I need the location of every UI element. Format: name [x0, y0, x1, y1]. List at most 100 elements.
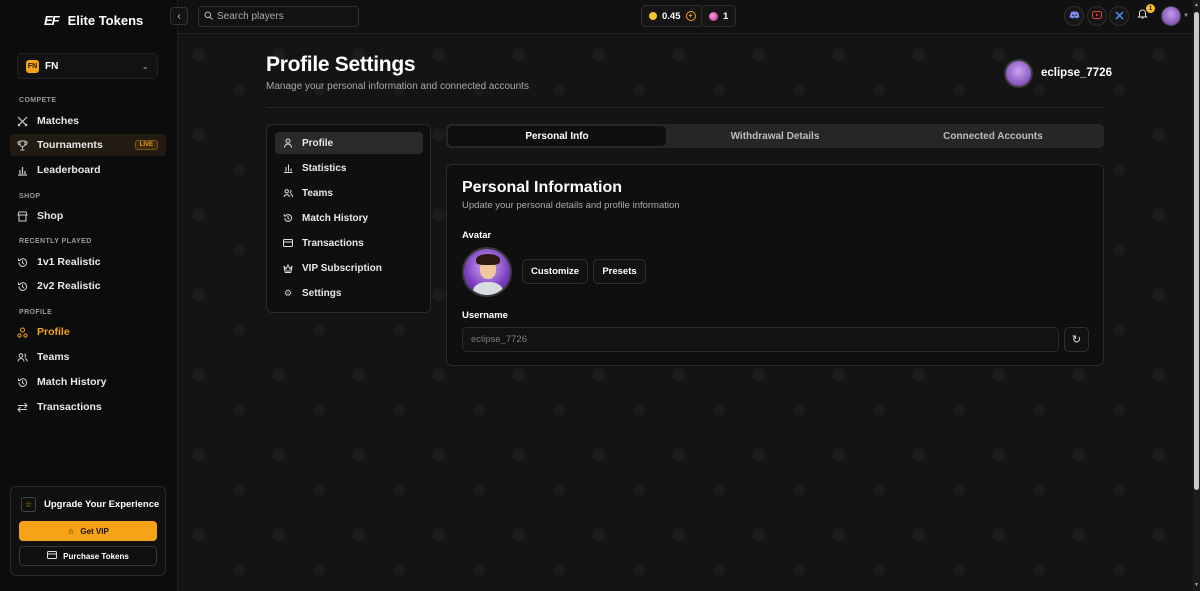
- menu-item-label: Match History: [302, 212, 369, 224]
- gear-icon: ⚙: [283, 287, 293, 298]
- live-badge: LIVE: [134, 140, 158, 150]
- chevron-left-icon: ‹: [177, 10, 181, 22]
- balance-value: 0.45: [662, 10, 681, 22]
- sidebar-item-label: Transactions: [37, 401, 102, 413]
- menu-item-label: Settings: [302, 287, 342, 299]
- gems-pill[interactable]: 1: [701, 5, 737, 27]
- sidebar-item-matches[interactable]: Matches: [10, 110, 166, 132]
- scroll-down-icon[interactable]: ▼: [1194, 582, 1199, 588]
- sidebar-item-match-history[interactable]: Match History: [10, 371, 166, 393]
- user-menu-avatar[interactable]: [1161, 6, 1181, 26]
- settings-tabs: Personal Info Withdrawal Details Connect…: [446, 124, 1104, 148]
- menu-item-label: VIP Subscription: [302, 262, 382, 274]
- settings-menu-profile[interactable]: Profile: [275, 132, 423, 154]
- sidebar-item-teams[interactable]: Teams: [10, 346, 166, 368]
- bar-chart-icon: [283, 163, 293, 173]
- caret-down-icon: ▼: [1183, 13, 1189, 19]
- purchase-tokens-button[interactable]: Purchase Tokens: [19, 546, 157, 566]
- settings-menu-statistics[interactable]: Statistics: [275, 157, 423, 179]
- sidebar-item-2v2-realistic[interactable]: 2v2 Realistic: [10, 275, 166, 297]
- sidebar-item-label: 2v2 Realistic: [37, 280, 101, 292]
- crown-icon: [283, 263, 293, 273]
- coin-icon: [649, 12, 657, 20]
- menu-item-label: Transactions: [302, 237, 364, 249]
- tab-withdrawal-details[interactable]: Withdrawal Details: [666, 126, 884, 146]
- sidebar-item-leaderboard[interactable]: Leaderboard: [10, 159, 166, 181]
- sidebar-item-label: Profile: [37, 326, 70, 338]
- card-icon: [47, 551, 58, 561]
- presets-button[interactable]: Presets: [593, 259, 646, 284]
- brand-logo: EF: [44, 13, 60, 28]
- settings-menu-match-history[interactable]: Match History: [275, 207, 423, 229]
- section-title-compete: COMPETE: [19, 97, 57, 104]
- page-subtitle: Manage your personal information and con…: [266, 81, 529, 92]
- sidebar: EF Elite Tokens FN FN ⌄ COMPETE Matches …: [0, 0, 178, 591]
- discord-button[interactable]: [1064, 6, 1084, 26]
- sidebar-item-shop[interactable]: Shop: [10, 205, 166, 227]
- profile-icon: [17, 327, 28, 338]
- scroll-up-icon[interactable]: ▲: [1194, 2, 1199, 8]
- avatar-preview: [462, 247, 512, 297]
- swords-icon: [17, 116, 28, 127]
- game-badge: FN: [26, 59, 39, 73]
- sidebar-item-label: Match History: [37, 376, 107, 388]
- get-vip-button[interactable]: ☆ Get VIP: [19, 521, 157, 541]
- menu-item-label: Statistics: [302, 162, 347, 174]
- search-icon: [204, 11, 213, 22]
- settings-menu-vip-subscription[interactable]: VIP Subscription: [275, 257, 423, 279]
- collapse-sidebar-button[interactable]: ‹: [170, 7, 188, 25]
- menu-item-label: Profile: [302, 137, 334, 149]
- settings-menu-settings[interactable]: ⚙ Settings: [275, 282, 423, 304]
- sidebar-item-profile[interactable]: Profile: [10, 321, 166, 343]
- brand[interactable]: EF Elite Tokens: [44, 13, 143, 28]
- shop-icon: [17, 211, 28, 222]
- card-subtitle: Update your personal details and profile…: [462, 200, 680, 211]
- avatar-label: Avatar: [462, 230, 492, 241]
- sidebar-item-1v1-realistic[interactable]: 1v1 Realistic: [10, 251, 166, 273]
- balance-pill[interactable]: 0.45 +: [641, 5, 704, 27]
- card-title: Personal Information: [462, 179, 623, 196]
- upgrade-title: Upgrade Your Experience: [44, 499, 160, 510]
- youtube-button[interactable]: [1087, 6, 1107, 26]
- sidebar-item-label: 1v1 Realistic: [37, 256, 101, 268]
- gem-icon: [709, 11, 718, 21]
- x-twitter-button[interactable]: [1109, 6, 1129, 26]
- divider: [266, 107, 1104, 108]
- scrollbar[interactable]: ▲ ▼: [1193, 0, 1200, 591]
- section-title-profile: PROFILE: [19, 309, 53, 316]
- settings-menu-teams[interactable]: Teams: [275, 182, 423, 204]
- users-icon: [17, 352, 28, 363]
- refresh-icon: ↻: [1071, 334, 1082, 346]
- user-icon: [283, 138, 293, 148]
- star-icon: ☆: [21, 497, 36, 512]
- sidebar-item-label: Shop: [37, 210, 64, 222]
- purchase-tokens-label: Purchase Tokens: [63, 551, 129, 561]
- notification-badge: 1: [1146, 4, 1155, 13]
- get-vip-label: Get VIP: [80, 526, 109, 536]
- users-icon: [283, 188, 293, 198]
- sidebar-item-label: Teams: [37, 351, 70, 363]
- sidebar-item-label: Leaderboard: [37, 164, 101, 176]
- sidebar-item-label: Tournaments: [37, 139, 103, 151]
- x-icon: [1114, 10, 1124, 22]
- sidebar-item-transactions[interactable]: Transactions: [10, 396, 166, 418]
- customize-button[interactable]: Customize: [522, 259, 588, 284]
- regenerate-username-button[interactable]: ↻: [1064, 327, 1089, 352]
- discord-icon: [1069, 11, 1080, 21]
- username-label: Username: [462, 310, 508, 321]
- game-select[interactable]: FN FN ⌄: [17, 53, 158, 79]
- history-icon: [283, 213, 293, 223]
- search-box[interactable]: [198, 6, 359, 27]
- tab-personal-info[interactable]: Personal Info: [448, 126, 666, 146]
- search-input[interactable]: [217, 11, 352, 22]
- sidebar-item-tournaments[interactable]: Tournaments LIVE: [10, 134, 166, 156]
- section-title-shop: SHOP: [19, 193, 41, 200]
- upgrade-header: ☆ Upgrade Your Experience: [21, 497, 159, 512]
- settings-menu-transactions[interactable]: Transactions: [275, 232, 423, 254]
- username-field[interactable]: [462, 327, 1059, 352]
- bar-chart-icon: [17, 165, 28, 176]
- tab-connected-accounts[interactable]: Connected Accounts: [884, 126, 1102, 146]
- scroll-thumb[interactable]: [1194, 12, 1199, 490]
- trophy-icon: [17, 140, 28, 151]
- avatar: [1004, 59, 1033, 88]
